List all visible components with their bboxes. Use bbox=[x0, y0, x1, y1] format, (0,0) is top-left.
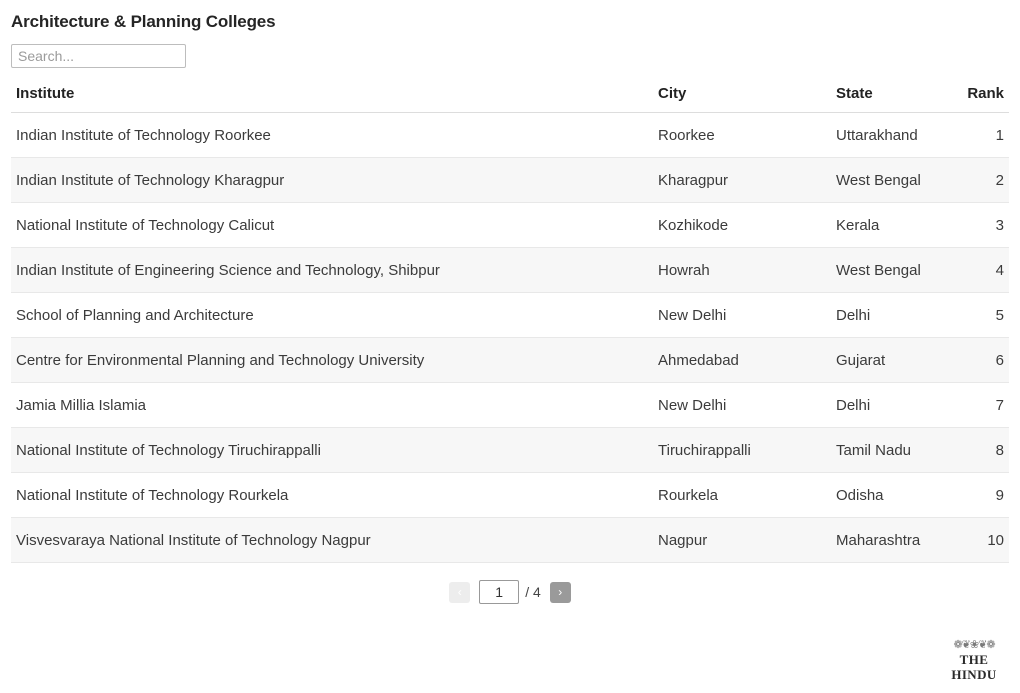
cell-rank: 3 bbox=[949, 202, 1009, 248]
table-body: Indian Institute of Technology Roorkee R… bbox=[11, 112, 1009, 563]
table-row[interactable]: School of Planning and Architecture New … bbox=[11, 292, 1009, 338]
pagination-total-label: / 4 bbox=[525, 584, 541, 600]
cell-state: Tamil Nadu bbox=[831, 427, 949, 473]
cell-state: Kerala bbox=[831, 202, 949, 248]
cell-state: West Bengal bbox=[831, 157, 949, 203]
table-row[interactable]: Indian Institute of Technology Kharagpur… bbox=[11, 157, 1009, 203]
pagination: ‹ / 4 › bbox=[0, 580, 1020, 604]
search-container bbox=[0, 33, 1020, 68]
page-root: Architecture & Planning Colleges Institu… bbox=[0, 0, 1020, 693]
cell-rank: 7 bbox=[949, 382, 1009, 428]
cell-city: Ahmedabad bbox=[653, 337, 831, 383]
column-header-rank[interactable]: Rank bbox=[949, 85, 1009, 113]
cell-rank: 10 bbox=[949, 517, 1009, 563]
cell-institute: Indian Institute of Technology Roorkee bbox=[11, 112, 653, 158]
search-input[interactable] bbox=[11, 44, 186, 68]
cell-state: Odisha bbox=[831, 472, 949, 518]
cell-rank: 5 bbox=[949, 292, 1009, 338]
cell-city: New Delhi bbox=[653, 382, 831, 428]
logo-wordmark: THE HINDU bbox=[951, 652, 997, 682]
cell-institute: Indian Institute of Technology Kharagpur bbox=[11, 157, 653, 203]
cell-state: West Bengal bbox=[831, 247, 949, 293]
cell-institute: Centre for Environmental Planning and Te… bbox=[11, 337, 653, 383]
cell-state: Maharashtra bbox=[831, 517, 949, 563]
logo-ornament-icon: ❁❦❀❦❁ bbox=[953, 639, 995, 651]
cell-institute: National Institute of Technology Tiruchi… bbox=[11, 427, 653, 473]
cell-rank: 4 bbox=[949, 247, 1009, 293]
table-container: Institute City State Rank Indian Institu… bbox=[0, 85, 1020, 563]
cell-state: Gujarat bbox=[831, 337, 949, 383]
pagination-page-input[interactable] bbox=[479, 580, 520, 604]
column-header-institute[interactable]: Institute bbox=[11, 85, 653, 113]
table-row[interactable]: Jamia Millia Islamia New Delhi Delhi 7 bbox=[11, 382, 1009, 428]
cell-city: Roorkee bbox=[653, 112, 831, 158]
page-title: Architecture & Planning Colleges bbox=[11, 12, 276, 31]
column-header-city[interactable]: City bbox=[653, 85, 831, 113]
cell-state: Delhi bbox=[831, 382, 949, 428]
cell-city: Rourkela bbox=[653, 472, 831, 518]
cell-city: Kozhikode bbox=[653, 202, 831, 248]
cell-institute: Jamia Millia Islamia bbox=[11, 382, 653, 428]
cell-rank: 1 bbox=[949, 112, 1009, 158]
table-header-row: Institute City State Rank bbox=[11, 85, 1009, 113]
column-header-state[interactable]: State bbox=[831, 85, 949, 113]
colleges-table: Institute City State Rank Indian Institu… bbox=[11, 85, 1009, 563]
cell-institute: Visvesvaraya National Institute of Techn… bbox=[11, 517, 653, 563]
cell-city: Nagpur bbox=[653, 517, 831, 563]
cell-rank: 9 bbox=[949, 472, 1009, 518]
cell-rank: 2 bbox=[949, 157, 1009, 203]
cell-rank: 8 bbox=[949, 427, 1009, 473]
cell-city: Tiruchirappalli bbox=[653, 427, 831, 473]
cell-city: Howrah bbox=[653, 247, 831, 293]
cell-city: New Delhi bbox=[653, 292, 831, 338]
the-hindu-logo: ❁❦❀❦❁ THE HINDU bbox=[940, 639, 1008, 682]
cell-institute: National Institute of Technology Calicut bbox=[11, 202, 653, 248]
table-row[interactable]: National Institute of Technology Tiruchi… bbox=[11, 427, 1009, 473]
cell-city: Kharagpur bbox=[653, 157, 831, 203]
pagination-prev-button[interactable]: ‹ bbox=[449, 581, 471, 603]
cell-institute: School of Planning and Architecture bbox=[11, 292, 653, 338]
table-header: Institute City State Rank bbox=[11, 85, 1009, 113]
table-row[interactable]: Indian Institute of Technology Roorkee R… bbox=[11, 112, 1009, 158]
cell-institute: Indian Institute of Engineering Science … bbox=[11, 247, 653, 293]
table-row[interactable]: Visvesvaraya National Institute of Techn… bbox=[11, 517, 1009, 563]
cell-state: Uttarakhand bbox=[831, 112, 949, 158]
cell-institute: National Institute of Technology Rourkel… bbox=[11, 472, 653, 518]
table-row[interactable]: National Institute of Technology Calicut… bbox=[11, 202, 1009, 248]
cell-state: Delhi bbox=[831, 292, 949, 338]
pagination-next-button[interactable]: › bbox=[549, 581, 571, 603]
cell-rank: 6 bbox=[949, 337, 1009, 383]
table-row[interactable]: National Institute of Technology Rourkel… bbox=[11, 472, 1009, 518]
table-row[interactable]: Centre for Environmental Planning and Te… bbox=[11, 337, 1009, 383]
table-row[interactable]: Indian Institute of Engineering Science … bbox=[11, 247, 1009, 293]
